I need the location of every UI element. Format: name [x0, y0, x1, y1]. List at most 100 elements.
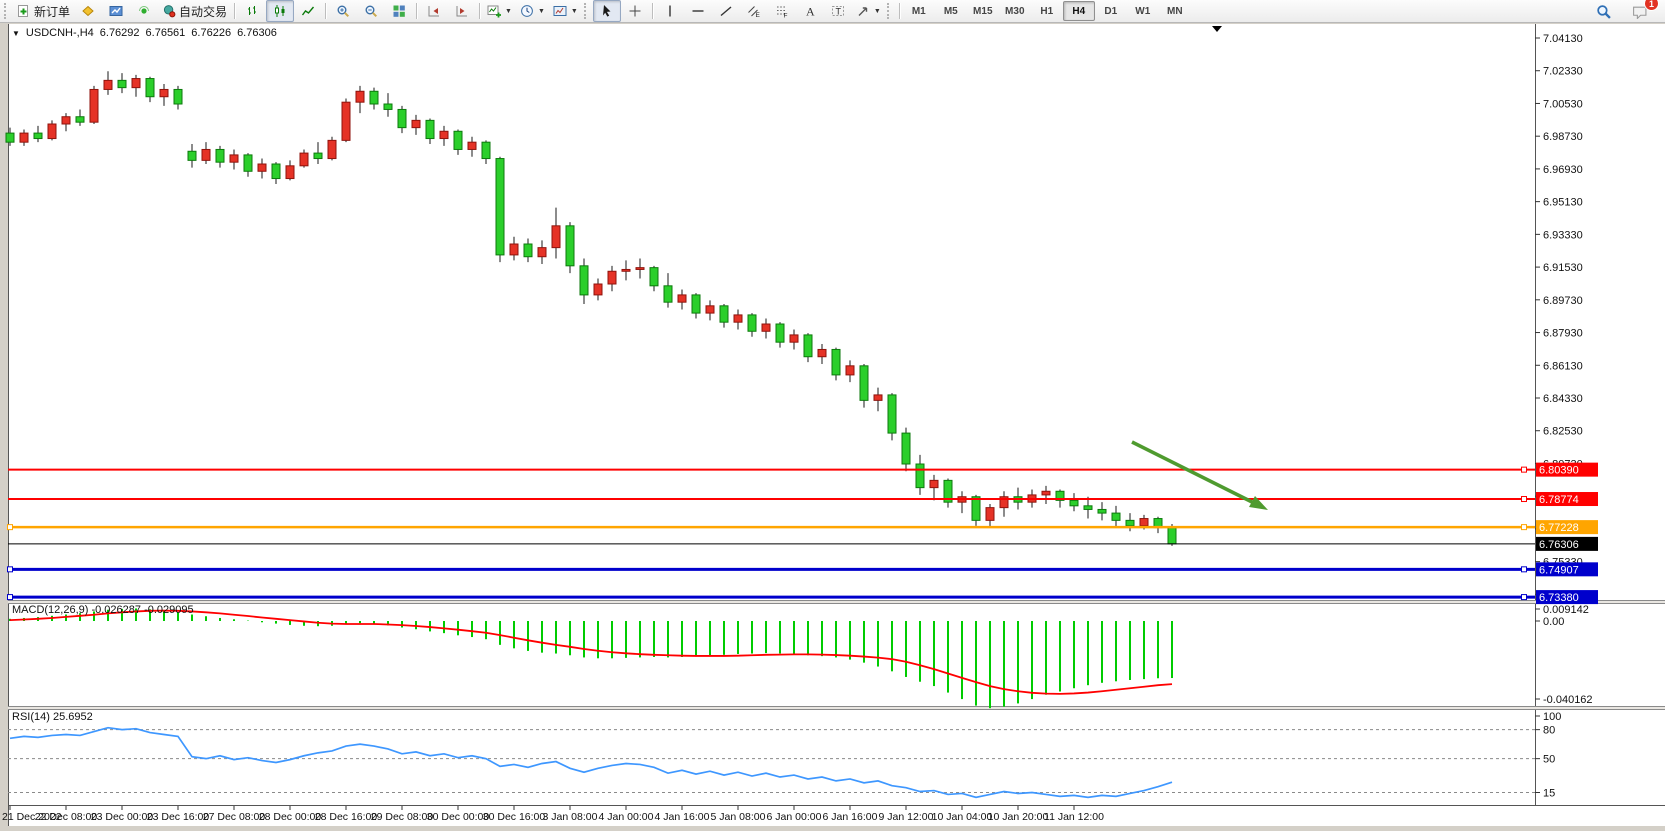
candle [202, 149, 210, 160]
timeframe-m5-button[interactable]: M5 [935, 1, 967, 21]
template-icon [553, 4, 567, 18]
candle [398, 109, 406, 127]
new-chart-button[interactable]: ▼ [483, 0, 516, 22]
timeframe-m15-button[interactable]: M15 [967, 1, 999, 21]
gold-ingot-icon [81, 4, 95, 18]
pane-separator[interactable] [8, 706, 1665, 710]
line-chart-mode-button[interactable] [294, 0, 322, 22]
candle [594, 284, 602, 295]
text-label-icon: T [831, 4, 845, 18]
text-label-tool-button[interactable]: T [824, 0, 852, 22]
time-tick-label: 30 Dec 16:00 [483, 811, 546, 823]
market-watch-button[interactable] [102, 0, 130, 22]
candle [440, 131, 448, 138]
timeframe-m30-button[interactable]: M30 [999, 1, 1031, 21]
auto-trading-icon [162, 4, 176, 18]
arrows-tool-button[interactable]: ▼ [852, 0, 885, 22]
line-handle[interactable] [1522, 595, 1527, 600]
candle [230, 155, 238, 162]
candle [566, 226, 574, 266]
time-tick-label: 22 Dec 08:00 [35, 811, 98, 823]
candle [1112, 513, 1120, 520]
candle [496, 159, 504, 255]
time-tick-label: 27 Dec 08:00 [203, 811, 266, 823]
candle [524, 244, 532, 257]
horizontal-line-tool-button[interactable] [684, 0, 712, 22]
line-handle[interactable] [1522, 525, 1527, 530]
zoom-out-button[interactable] [357, 0, 385, 22]
notifications-button[interactable]: 1 [1625, 0, 1653, 22]
search-button[interactable] [1589, 0, 1617, 22]
timeframe-mn-button[interactable]: MN [1159, 1, 1191, 21]
cursor-icon [600, 4, 614, 18]
candle [104, 80, 112, 89]
line-handle[interactable] [8, 595, 13, 600]
zoom-in-button[interactable] [329, 0, 357, 22]
candle [720, 306, 728, 322]
candle [314, 153, 322, 158]
time-tick-label: 6 Jan 00:00 [767, 811, 822, 823]
price-line-value: 6.80390 [1539, 465, 1579, 477]
pane-separator[interactable] [8, 600, 1665, 604]
trendline-tool-button[interactable] [712, 0, 740, 22]
symbol-period: USDCNH-,H4 [26, 27, 94, 39]
time-tick-label: 10 Jan 04:00 [932, 811, 993, 823]
line-handle[interactable] [8, 567, 13, 572]
horizontal-line-icon [691, 4, 705, 18]
candle [552, 226, 560, 248]
cursor-button[interactable] [593, 0, 621, 22]
timeframe-w1-button[interactable]: W1 [1127, 1, 1159, 21]
time-tick-label: 23 Dec 16:00 [147, 811, 210, 823]
timeframe-d1-button[interactable]: D1 [1095, 1, 1127, 21]
toolbar-grip[interactable] [584, 3, 589, 19]
candle [986, 508, 994, 521]
crosshair-button[interactable] [621, 0, 649, 22]
line-handle[interactable] [1522, 567, 1527, 572]
line-handle[interactable] [1522, 497, 1527, 502]
time-tick-label: 4 Jan 16:00 [655, 811, 710, 823]
candle [356, 91, 364, 102]
timeframe-m1-button[interactable]: M1 [903, 1, 935, 21]
price-tick-label: 6.95130 [1543, 197, 1583, 209]
time-tick-label: 11 Jan 12:00 [1044, 811, 1104, 823]
equidistant-channel-tool-button[interactable]: E [740, 0, 768, 22]
chevron-down-icon[interactable]: ▼ [12, 29, 20, 38]
chart-shift-icon [427, 4, 441, 18]
rsi-axis-label: 50 [1543, 754, 1555, 766]
time-tick-label: 28 Dec 00:00 [259, 811, 322, 823]
new-order-button[interactable]: 新订单 [13, 0, 74, 22]
signal-icon [137, 4, 151, 18]
svg-text:F: F [783, 13, 787, 19]
timeframe-h4-button[interactable]: H4 [1063, 1, 1095, 21]
candle [90, 89, 98, 122]
chart-shift-button[interactable] [420, 0, 448, 22]
signals-button[interactable] [130, 0, 158, 22]
candle [1084, 506, 1092, 510]
price-tick-label: 6.98730 [1543, 131, 1583, 143]
fibonacci-tool-button[interactable]: F [768, 0, 796, 22]
candle [538, 248, 546, 257]
chart-canvas[interactable]: 7.041307.023307.005306.987306.969306.951… [0, 0, 1665, 831]
bar-chart-mode-button[interactable] [238, 0, 266, 22]
line-handle[interactable] [1522, 467, 1527, 472]
candle [1098, 509, 1106, 513]
auto-trading-button[interactable]: 自动交易 [158, 0, 231, 22]
templates-button[interactable]: ▼ [549, 0, 582, 22]
rsi-axis-label: 80 [1543, 725, 1555, 737]
auto-scroll-button[interactable] [448, 0, 476, 22]
toolbar-grip[interactable] [887, 3, 892, 19]
toolbar-grip[interactable] [4, 3, 9, 19]
periods-button[interactable]: ▼ [516, 0, 549, 22]
toolbar-separator [325, 3, 326, 19]
candle [328, 140, 336, 158]
vertical-line-tool-button[interactable] [656, 0, 684, 22]
candle-chart-mode-button[interactable] [266, 0, 294, 22]
chart-window[interactable]: 7.041307.023307.005306.987306.969306.951… [0, 0, 1665, 831]
candle [650, 268, 658, 286]
tile-windows-button[interactable] [385, 0, 413, 22]
line-handle[interactable] [8, 525, 13, 530]
text-tool-button[interactable]: A [796, 0, 824, 22]
gold-ingot-button[interactable] [74, 0, 102, 22]
auto-trading-label: 自动交易 [179, 3, 227, 20]
timeframe-h1-button[interactable]: H1 [1031, 1, 1063, 21]
